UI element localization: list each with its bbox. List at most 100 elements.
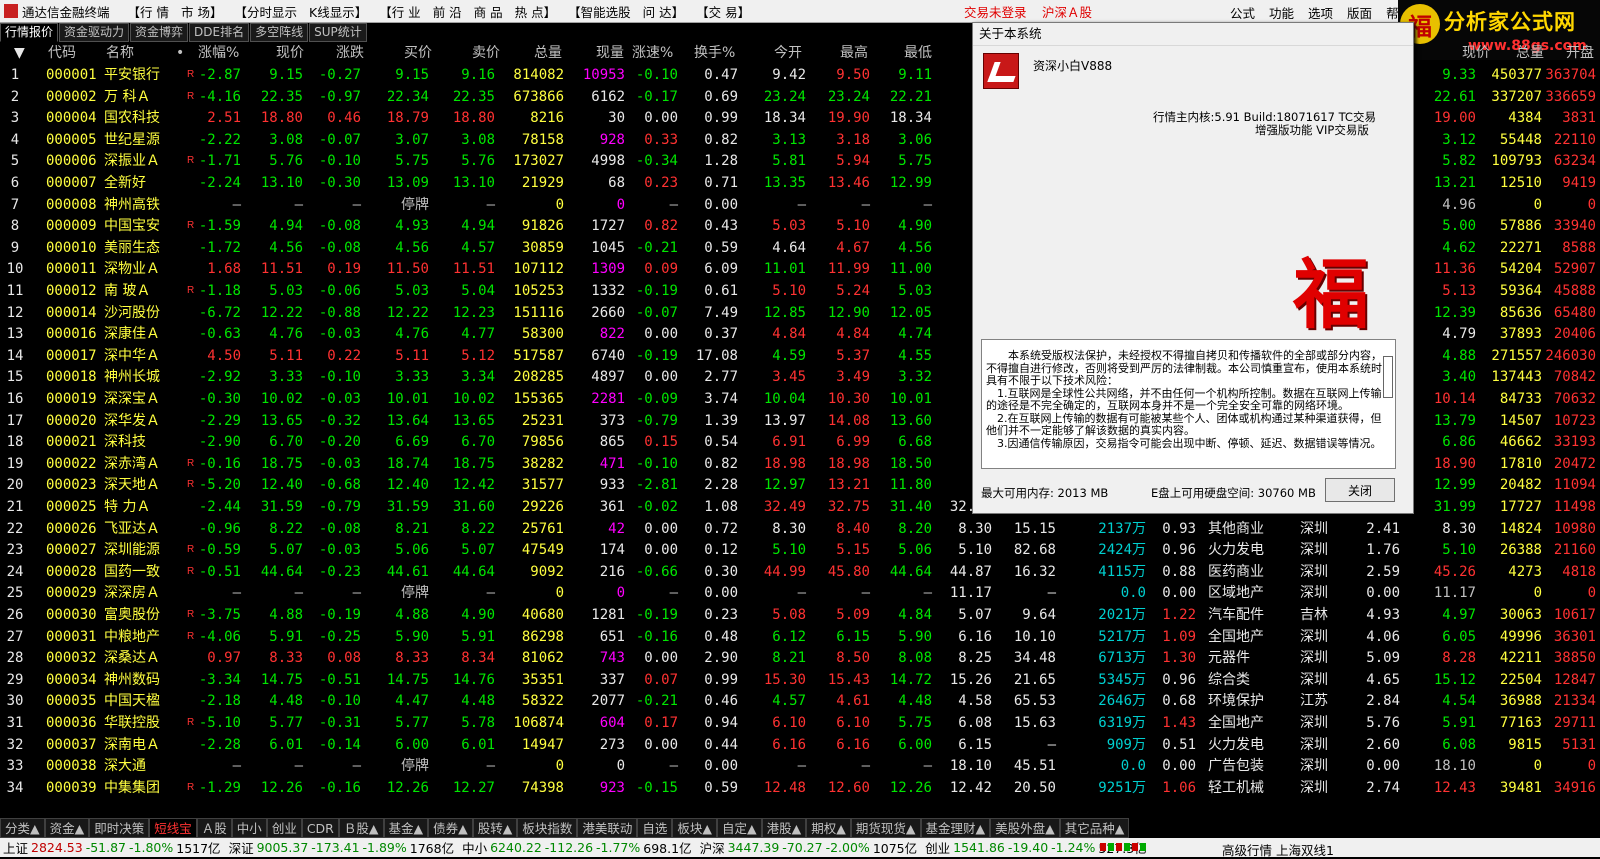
col-chg[interactable]: 涨跌 (336, 42, 364, 64)
total-volume: 173027 (513, 153, 564, 170)
menu-hotspot[interactable]: 热 点】 (515, 2, 556, 21)
bottom-tab[interactable]: 基金理财▲ (920, 818, 991, 838)
bottom-tab[interactable]: 创业 (266, 818, 302, 838)
menu-quote[interactable]: 【行 情 (128, 2, 169, 21)
tab-fund-game[interactable]: 资金博弈 (130, 23, 189, 42)
bottom-tab[interactable]: Ａ股 (196, 818, 232, 838)
menu-layout[interactable]: 版面 (1347, 3, 1372, 22)
col-code[interactable]: 代码 (48, 42, 76, 64)
avg-price: 4.54 (1442, 693, 1476, 710)
col-volume[interactable]: 总量 (534, 42, 562, 64)
bottom-tab[interactable]: 期权▲ (806, 818, 851, 838)
inner-volume: 29711 (1553, 715, 1596, 731)
col-dot[interactable]: • (176, 42, 184, 64)
menu-options[interactable]: 选项 (1308, 3, 1333, 22)
col-speed[interactable]: 涨速% (632, 42, 673, 64)
menu-function[interactable]: 功能 (1269, 3, 1294, 22)
bottom-tab[interactable]: 自选 (637, 818, 673, 838)
change-percent: -2.90 (198, 434, 241, 451)
table-row[interactable]: 34 000039 中集集团 -1.29 12.26 -0.16 12.26 12.27 743… (0, 777, 1600, 799)
bottom-tab[interactable]: 其它品种▲ (1059, 818, 1130, 838)
bottom-tab[interactable]: 期货现货▲ (850, 818, 921, 838)
table-row[interactable]: 28 000032 深桑达Ａ 0.97 8.33 0.08 8.33 8.34 81062 743… (0, 647, 1600, 669)
col-bid[interactable]: 买价 (404, 42, 432, 64)
bottom-tab[interactable]: 美股外盘▲ (990, 818, 1060, 838)
bottom-tab[interactable]: 资金▲ (44, 818, 90, 838)
tab-dde-rank[interactable]: DDE排名 (189, 23, 250, 42)
bottom-tab[interactable]: 板块指数 (517, 818, 578, 838)
bottom-tab[interactable]: Ｂ股▲ (338, 818, 384, 838)
menu-ask[interactable]: 问 达】 (643, 2, 684, 21)
menu-industry[interactable]: 【行 业 (379, 2, 420, 21)
menu-frontier[interactable]: 前 沿 (433, 2, 462, 21)
table-row[interactable]: 29 000034 神州数码 -3.34 14.75 -0.51 14.75 14.76 353… (0, 669, 1600, 691)
menu-timeshare[interactable]: 【分时显示 (234, 2, 297, 21)
table-row[interactable]: 23 000027 深圳能源 -0.59 5.07 -0.03 5.06 5.07 47549 1… (0, 539, 1600, 561)
sort-arrow-icon[interactable]: ▼ (14, 42, 25, 64)
change: -0.03 (318, 326, 361, 343)
legal-scrollbar[interactable] (1383, 356, 1393, 398)
table-row[interactable]: 33 000038 深大通 — — — 停牌 —0 0—0.00— — —18.10 45.51 0.0… (0, 755, 1600, 777)
bottom-tab[interactable]: 债券▲ (428, 818, 473, 838)
bid-price: 14.75 (386, 671, 429, 688)
menu-kline[interactable]: K线显示】 (309, 2, 367, 21)
table-row[interactable]: 32 000037 深南电Ａ -2.28 6.01 -0.14 6.00 6.01 14947 2… (0, 734, 1600, 756)
legal-text-box[interactable]: 本系统受版权法保护，未经授权不得擅自拷贝和传播软件的全部或部分内容，不得擅自进行… (981, 339, 1396, 469)
col-price[interactable]: 现价 (276, 42, 304, 64)
zx-label[interactable]: 中小 (462, 838, 487, 857)
col-name[interactable]: 名称 (106, 42, 134, 64)
col-right-volume[interactable]: 总量 (1516, 42, 1544, 64)
table-row[interactable]: 26 000030 富奥股份 -3.75 4.88 -0.19 4.88 4.90 40680 1… (0, 604, 1600, 626)
amplitude: 0.00 (1366, 758, 1400, 775)
bottom-tab[interactable]: 港美联动 (577, 818, 638, 838)
menu-smart-pick[interactable]: 【智能选股 (568, 2, 631, 21)
col-turnover[interactable]: 换手% (694, 42, 735, 64)
col-right-open[interactable]: 开盘 (1566, 42, 1594, 64)
col-low[interactable]: 最低 (904, 42, 932, 64)
col-right-price[interactable]: 现价 (1462, 42, 1490, 64)
pe-ratio: 21.65 (1013, 671, 1056, 688)
connection-status[interactable]: 高级行情 上海双线1 (1222, 840, 1334, 859)
avg-price: 4.79 (1442, 326, 1476, 343)
trade-login-status[interactable]: 交易未登录 (964, 2, 1027, 21)
sz-label[interactable]: 深证 (229, 838, 254, 857)
bottom-tab[interactable]: 即时决策 (89, 818, 150, 838)
app-icon (4, 4, 18, 18)
menu-commodity[interactable]: 商 品 (474, 2, 503, 21)
table-row[interactable]: 22 000026 飞亚达Ａ -0.96 8.22 -0.08 8.21 8.22 25761 4… (0, 518, 1600, 540)
sh-label[interactable]: 上证 (3, 838, 28, 857)
high-price: 13.21 (827, 477, 870, 494)
bottom-tab[interactable]: CDR (301, 818, 339, 838)
col-chg-pct[interactable]: 涨幅% (198, 42, 239, 64)
menu-formula[interactable]: 公式 (1230, 3, 1255, 22)
market-select[interactable]: 沪深Ａ股 (1042, 2, 1092, 21)
table-row[interactable]: 27 000031 中粮地产 -4.06 5.91 -0.25 5.90 5.91 86298 6… (0, 626, 1600, 648)
table-row[interactable]: 25 000029 深深房Ａ — — — 停牌 — 0 0 — 0.00 — — — 11.17 — 0.0 0.0… (0, 582, 1600, 604)
menu-trade[interactable]: 【交 易】 (696, 2, 750, 21)
tab-sup-stats[interactable]: SUP统计 (309, 23, 367, 42)
bottom-tab[interactable]: 短线宝 (149, 818, 197, 838)
bottom-tab[interactable]: 股转▲ (472, 818, 518, 838)
bottom-tab[interactable]: 基金▲ (383, 818, 429, 838)
table-row[interactable]: 24 000028 国药一致 -0.51 44.64 -0.23 44.61 44.64 909… (0, 561, 1600, 583)
cy-label[interactable]: 创业 (925, 838, 950, 857)
bottom-tab[interactable]: 中小 (231, 818, 267, 838)
bottom-tab[interactable]: 板块▲ (672, 818, 718, 838)
outer-volume: 85636 (1499, 304, 1542, 321)
tab-quotes[interactable]: 行情报价 (0, 23, 59, 42)
bottom-tab[interactable]: 港股▲ (761, 818, 807, 838)
table-row[interactable]: 31 000036 华联控股 -5.10 5.77 -0.31 5.77 5.78 106874… (0, 712, 1600, 734)
tab-fund-drive[interactable]: 资金驱动力 (59, 23, 130, 42)
bottom-tab[interactable]: 自定▲ (717, 818, 762, 838)
inner-volume: 5131 (1562, 736, 1596, 753)
close-button[interactable]: 关闭 (1325, 478, 1395, 502)
col-high[interactable]: 最高 (840, 42, 868, 64)
menu-market[interactable]: 市 场】 (181, 2, 222, 21)
tab-long-short[interactable]: 多空阵线 (250, 23, 309, 42)
hs-label[interactable]: 沪深 (700, 838, 725, 857)
col-cur-vol[interactable]: 现量 (596, 42, 624, 64)
bottom-tab[interactable]: 分类▲ (0, 818, 45, 838)
col-ask[interactable]: 卖价 (472, 42, 500, 64)
table-row[interactable]: 30 000035 中国天楹 -2.18 4.48 -0.10 4.47 4.48 58322 2… (0, 690, 1600, 712)
col-open[interactable]: 今开 (774, 42, 802, 64)
